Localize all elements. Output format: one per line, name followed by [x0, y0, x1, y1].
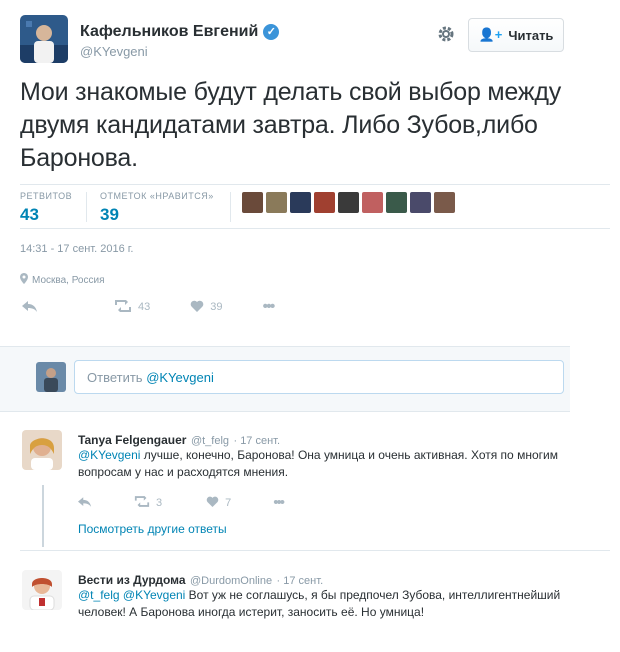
reply-icon[interactable]	[22, 301, 38, 313]
author-name-text: Кафельников Евгений	[80, 23, 259, 40]
reply-mention: @KYevgeni	[146, 370, 214, 385]
divider	[230, 192, 231, 222]
tweet-location[interactable]: Москва, Россия	[20, 273, 105, 287]
likes-count: 39	[100, 205, 119, 224]
heart-icon	[190, 300, 204, 315]
reply-mention[interactable]: @KYevgeni	[78, 448, 140, 462]
follow-label: Читать	[508, 27, 554, 43]
tweet-timestamp[interactable]: 14:31 - 17 сент. 2016 г.	[20, 243, 133, 255]
retweet-button[interactable]: 3	[134, 494, 163, 510]
liker-avatar[interactable]	[242, 192, 263, 213]
liker-avatar[interactable]	[434, 192, 455, 213]
divider	[20, 184, 610, 185]
reply-avatar[interactable]	[22, 430, 62, 470]
location-text: Москва, Россия	[32, 274, 105, 286]
verified-icon: ✓	[263, 24, 280, 40]
heart-icon	[206, 496, 219, 510]
like-count: 7	[225, 496, 232, 509]
author-avatar[interactable]	[20, 15, 68, 63]
liker-avatar[interactable]	[314, 192, 335, 213]
likes-stat[interactable]: ОТМЕТОК «НРАВИТСЯ» 39	[100, 191, 214, 225]
reply-date[interactable]: · 17 сент.	[277, 575, 324, 587]
divider	[86, 192, 87, 222]
liker-avatar[interactable]	[266, 192, 287, 213]
tweet-actions: 43 39 •••	[22, 298, 276, 316]
more-replies-link[interactable]: Посмотреть другие ответы	[78, 522, 227, 536]
reply-body: лучше, конечно, Баронова! Она умница и о…	[78, 448, 558, 479]
reply-mention[interactable]: @t_felg	[78, 588, 120, 602]
reply-text: @t_felg @KYevgeni Вот уж не соглашусь, я…	[78, 587, 564, 621]
retweet-icon	[134, 494, 150, 510]
retweets-stat[interactable]: РЕТВИТОВ 43	[20, 191, 72, 225]
location-pin-icon	[20, 273, 28, 287]
reply-author-name[interactable]: Вести из Дурдома	[78, 573, 186, 587]
like-button[interactable]: 7	[206, 496, 231, 510]
reply-placeholder: Ответить	[87, 370, 147, 385]
reply-date[interactable]: · 17 сент.	[233, 435, 280, 447]
retweet-count: 43	[138, 301, 151, 313]
reply-mention[interactable]: @KYevgeni	[123, 588, 185, 602]
author-name[interactable]: Кафельников Евгений ✓	[80, 23, 280, 41]
retweet-icon	[114, 298, 132, 315]
retweets-count: 43	[20, 205, 39, 224]
reply-avatar[interactable]	[22, 570, 62, 610]
divider	[20, 228, 610, 229]
liker-avatar[interactable]	[338, 192, 359, 213]
like-count: 39	[210, 301, 223, 313]
add-user-icon: 👤+	[478, 27, 503, 42]
reply-author-handle[interactable]: @t_felg	[191, 435, 229, 447]
like-button[interactable]: 39	[190, 300, 223, 315]
tweet-text: Мои знакомые будут делать свой выбор меж…	[20, 78, 562, 172]
likers-list	[242, 192, 455, 213]
retweet-count: 3	[156, 496, 163, 509]
follow-button[interactable]: 👤+ Читать	[468, 18, 564, 52]
reply-author-handle[interactable]: @DurdomOnline	[190, 575, 272, 587]
reply-icon[interactable]	[78, 497, 92, 508]
author-handle[interactable]: @KYevgeni	[80, 44, 148, 59]
likes-label: ОТМЕТОК «НРАВИТСЯ»	[100, 191, 214, 201]
gear-icon[interactable]	[436, 24, 456, 44]
retweet-button[interactable]: 43	[114, 298, 151, 315]
divider	[20, 550, 610, 551]
reply-actions: 3 7 •••	[78, 494, 285, 511]
more-icon[interactable]: •••	[263, 298, 276, 316]
reply-text: @KYevgeni лучше, конечно, Баронова! Она …	[78, 447, 564, 481]
thread-line	[42, 485, 44, 547]
user-avatar	[36, 362, 66, 392]
reply-author-name[interactable]: Tanya Felgengauer	[78, 433, 186, 447]
liker-avatar[interactable]	[290, 192, 311, 213]
retweets-label: РЕТВИТОВ	[20, 191, 73, 201]
more-icon[interactable]: •••	[273, 494, 285, 511]
reply-input[interactable]: Ответить @KYevgeni	[74, 360, 564, 394]
liker-avatar[interactable]	[362, 192, 383, 213]
liker-avatar[interactable]	[386, 192, 407, 213]
liker-avatar[interactable]	[410, 192, 431, 213]
